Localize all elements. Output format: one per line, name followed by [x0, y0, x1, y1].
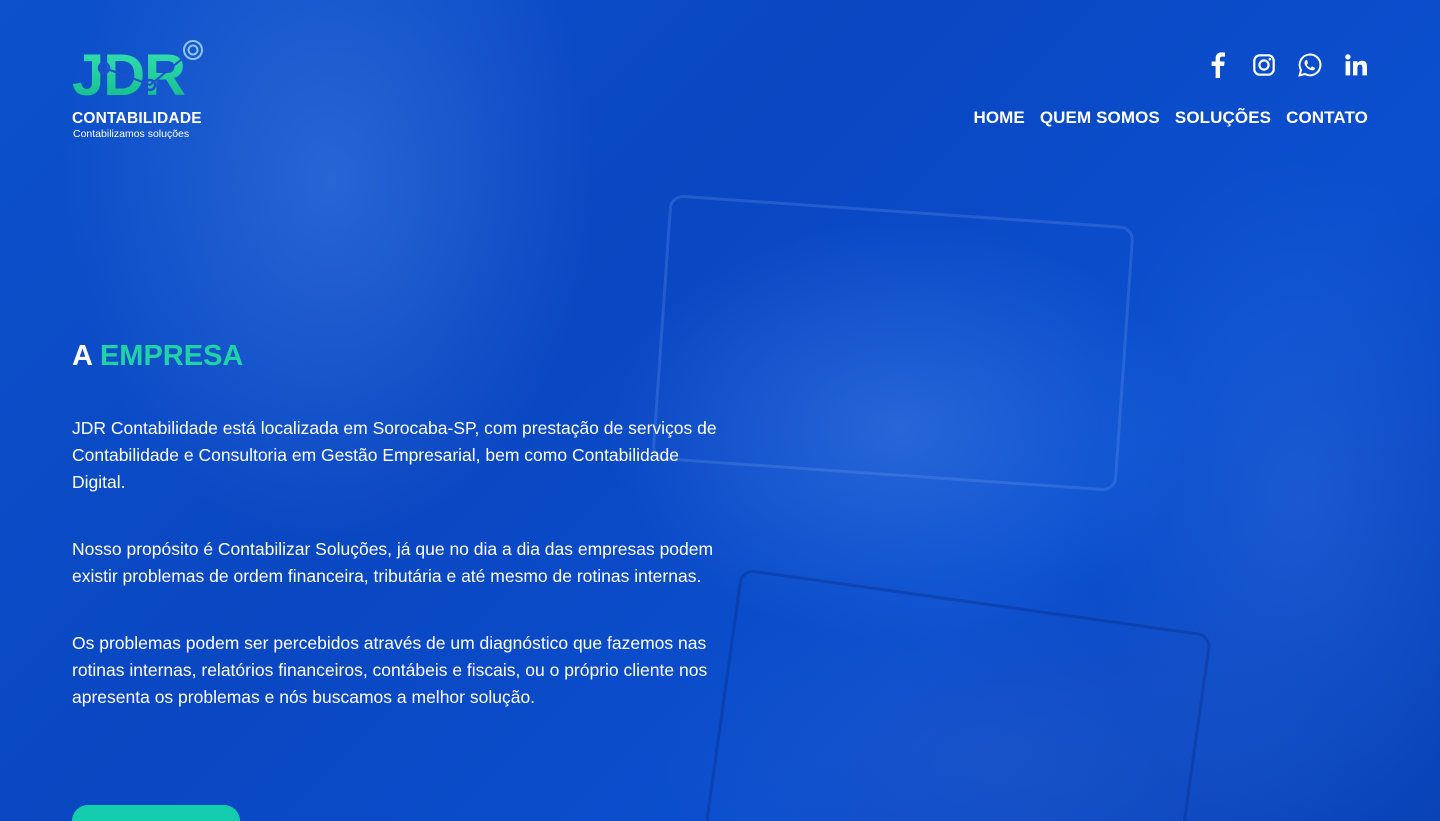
- about-section: A EMPRESA JDR Contabilidade está localiz…: [72, 338, 732, 711]
- logo-name: CONTABILIDADE: [72, 110, 202, 127]
- facebook-icon[interactable]: [1206, 52, 1230, 78]
- logo-chart-icon: [97, 40, 203, 92]
- site-header: JDR CONTABILIDADE Contabilizamos soluçõe…: [0, 0, 1440, 160]
- paragraph-purpose: Nosso propósito é Contabilizar Soluções,…: [72, 539, 714, 586]
- heading-prefix: A: [72, 340, 92, 372]
- nav-item-solucoes[interactable]: SOLUÇÕES: [1175, 108, 1271, 128]
- paragraph-diagnostic: Os problemas podem ser percebidos atravé…: [72, 633, 708, 707]
- whatsapp-icon[interactable]: [1298, 52, 1322, 78]
- cta-button[interactable]: [72, 805, 240, 821]
- logo[interactable]: JDR CONTABILIDADE Contabilizamos soluçõe…: [72, 40, 212, 144]
- nav-item-quem-somos[interactable]: QUEM SOMOS: [1040, 108, 1160, 128]
- instagram-icon[interactable]: [1252, 52, 1276, 78]
- heading-accent: EMPRESA: [99, 340, 244, 372]
- main-nav: HOME QUEM SOMOS SOLUÇÕES CONTATO: [973, 108, 1368, 128]
- nav-item-contato[interactable]: CONTATO: [1286, 108, 1368, 128]
- nav-item-home[interactable]: HOME: [973, 108, 1024, 128]
- linkedin-icon[interactable]: [1344, 52, 1368, 78]
- paragraph-location: JDR Contabilidade está localizada em Sor…: [72, 418, 717, 492]
- logo-mark: JDR: [72, 40, 212, 106]
- social-links: [1206, 52, 1368, 78]
- section-heading: A EMPRESA: [72, 338, 732, 374]
- logo-tagline: Contabilizamos soluções: [73, 128, 190, 140]
